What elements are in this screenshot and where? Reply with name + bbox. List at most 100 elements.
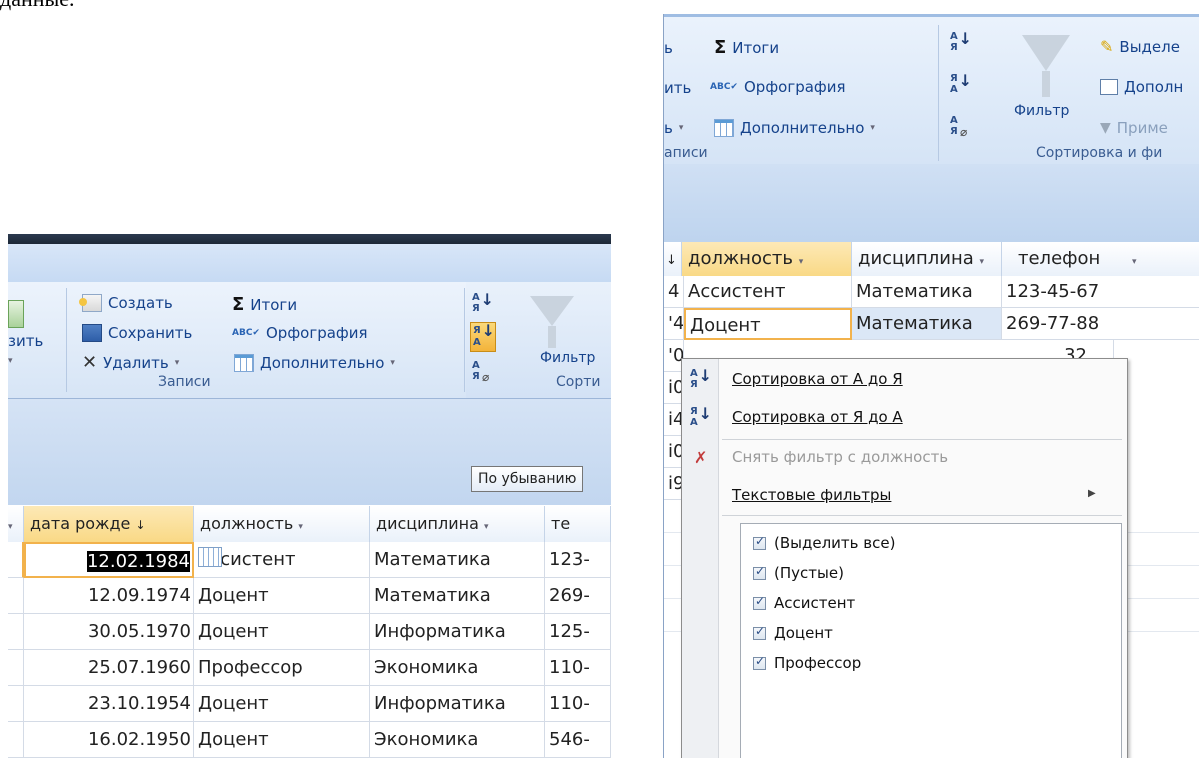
date-cell[interactable]: 23.10.1954 xyxy=(24,686,194,722)
ribbon-partial-label[interactable]: ить xyxy=(664,79,691,97)
date-cell[interactable]: 25.07.1960 xyxy=(24,650,194,686)
checkbox-blanks[interactable]: (Пустые) xyxy=(753,564,844,582)
discipline-cell[interactable]: Экономика xyxy=(370,722,545,758)
column-header-phone[interactable]: телефон ▾ xyxy=(1002,242,1199,276)
menu-item-clear-filter[interactable]: ✗ Снять фильтр с должность xyxy=(682,443,1127,473)
filter-funnel-icon[interactable] xyxy=(530,296,574,348)
spelling-button[interactable]: ABC✔ Орфография xyxy=(232,324,368,342)
birthdate-cell-tail[interactable]: '4 xyxy=(664,308,684,340)
clear-sort-icon[interactable]: A Я ⌀ xyxy=(950,115,972,141)
phone-cell[interactable]: 269-77-88 xyxy=(1002,308,1199,340)
advanced-records-button[interactable]: Дополнительно ▾ xyxy=(714,119,875,137)
table-row[interactable]: '4 Доцент Математика 269-77-88 xyxy=(664,308,1199,340)
menu-item-sort-desc[interactable]: Я A ↓ Сортировка от Я до А xyxy=(682,403,1127,433)
sort-ascending-icon[interactable]: A Я ↓ xyxy=(950,31,972,57)
date-cell[interactable]: 16.02.1950 xyxy=(24,722,194,758)
checkbox-assistant[interactable]: Ассистент xyxy=(753,594,855,612)
refresh-icon[interactable] xyxy=(8,300,24,328)
phone-cell[interactable]: 123- xyxy=(545,542,611,578)
position-cell[interactable]: Ассистент xyxy=(194,542,370,578)
table-row[interactable]: 25.07.1960 Профессор Экономика 110- xyxy=(8,650,611,686)
column-header-position[interactable]: должность ▾ xyxy=(682,242,852,276)
totals-button[interactable]: Σ Итоги xyxy=(232,294,297,315)
sort-descending-icon[interactable]: Я A ↓ xyxy=(470,322,496,352)
date-cell[interactable]: 30.05.1970 xyxy=(24,614,194,650)
discipline-cell[interactable]: Экономика xyxy=(370,650,545,686)
row-selector[interactable] xyxy=(8,614,24,650)
table-row[interactable]: 16.02.1950 Доцент Экономика 546- xyxy=(8,722,611,758)
checkbox[interactable] xyxy=(753,594,766,610)
date-cell[interactable]: 12.02.1984 xyxy=(24,542,194,578)
position-cell[interactable]: Ассистент xyxy=(684,276,852,308)
table-row[interactable]: 12.02.1984 Ассистент Математика 123- xyxy=(8,542,611,578)
discipline-cell[interactable]: Математика xyxy=(852,276,1002,308)
row-selector[interactable] xyxy=(8,578,24,614)
position-cell[interactable]: Доцент xyxy=(194,686,370,722)
filter-button[interactable]: Фильтр xyxy=(540,350,595,366)
column-header-discipline[interactable]: дисциплина ▾ xyxy=(852,242,1002,276)
menu-item-label: Снять фильтр с должность xyxy=(732,448,949,466)
position-cell[interactable]: Доцент xyxy=(194,614,370,650)
column-header-position[interactable]: должность ▾ xyxy=(194,506,370,542)
save-record-button[interactable]: Сохранить xyxy=(82,324,192,342)
selection-button[interactable]: ✎ Выделе xyxy=(1100,37,1180,56)
discipline-cell[interactable]: Информатика xyxy=(370,686,545,722)
ribbon-partial-label[interactable]: ь ▾ xyxy=(664,119,683,137)
discipline-cell[interactable]: Информатика xyxy=(370,614,545,650)
column-header-birthdate[interactable]: дата рожде ↓ xyxy=(24,506,194,542)
menu-item-sort-asc[interactable]: A Я ↓ Сортировка от А до Я xyxy=(682,365,1127,395)
checkbox[interactable] xyxy=(753,654,766,670)
phone-cell[interactable]: 125- xyxy=(545,614,611,650)
row-selector[interactable] xyxy=(8,542,24,578)
position-cell[interactable]: Доцент xyxy=(684,308,852,340)
table-row[interactable]: 30.05.1970 Доцент Информатика 125- xyxy=(8,614,611,650)
create-record-button[interactable]: Создать xyxy=(79,294,173,312)
table-row[interactable]: 23.10.1954 Доцент Информатика 110- xyxy=(8,686,611,722)
row-selector-header[interactable]: ↓ xyxy=(664,242,682,276)
totals-button[interactable]: Σ Итоги xyxy=(714,37,779,58)
filter-button[interactable]: Фильтр xyxy=(1014,103,1069,119)
column-header-discipline[interactable]: дисциплина ▾ xyxy=(370,506,545,542)
position-cell[interactable]: Доцент xyxy=(194,578,370,614)
refresh-all-label[interactable]: зить xyxy=(8,332,43,350)
phone-cell[interactable]: 269- xyxy=(545,578,611,614)
advanced-filter-button[interactable]: Дополн xyxy=(1100,78,1183,96)
filter-funnel-icon[interactable] xyxy=(1022,35,1070,97)
ribbon-partial-label[interactable]: ь xyxy=(664,39,673,57)
checkbox-select-all[interactable]: (Выделить все) xyxy=(753,534,895,552)
row-selector[interactable] xyxy=(8,722,24,758)
chevron-down-icon: ▾ xyxy=(979,257,985,267)
checkbox[interactable] xyxy=(753,564,766,580)
filter-values-list[interactable]: (Выделить все) (Пустые) Ассистент Доцент… xyxy=(740,523,1122,758)
discipline-cell[interactable]: Математика xyxy=(370,578,545,614)
table-row[interactable]: 4 Ассистент Математика 123-45-67 xyxy=(664,276,1199,308)
discipline-cell[interactable]: Математика xyxy=(370,542,545,578)
row-selector[interactable] xyxy=(8,650,24,686)
column-header-phone[interactable]: те xyxy=(545,506,611,542)
spelling-button[interactable]: ABC✔ Орфография xyxy=(710,78,846,96)
checkbox-docent[interactable]: Доцент xyxy=(753,624,833,642)
phone-cell[interactable]: 110- xyxy=(545,686,611,722)
row-selector[interactable] xyxy=(8,686,24,722)
checkbox-professor[interactable]: Профессор xyxy=(753,654,861,672)
apply-filter-button[interactable]: ▼ Приме xyxy=(1100,119,1168,137)
date-cell[interactable]: 12.09.1974 xyxy=(24,578,194,614)
position-cell[interactable]: Профессор xyxy=(194,650,370,686)
sort-ascending-icon[interactable]: A Я ↓ xyxy=(472,292,494,318)
birthdate-cell-tail[interactable]: 4 xyxy=(664,276,684,308)
advanced-records-button[interactable]: Дополнительно ▾ xyxy=(234,354,395,372)
checkbox[interactable] xyxy=(753,534,766,550)
menu-item-text-filters[interactable]: Текстовые фильтры ▶ xyxy=(682,481,1127,511)
sort-descending-icon[interactable]: Я A ↓ xyxy=(950,73,972,99)
table-row[interactable]: 12.09.1974 Доцент Математика 269- xyxy=(8,578,611,614)
clear-sort-icon[interactable]: A Я ⌀ xyxy=(472,360,494,386)
discipline-cell[interactable]: Математика xyxy=(852,308,1002,340)
calendar-icon[interactable] xyxy=(198,547,222,567)
phone-cell[interactable]: 110- xyxy=(545,650,611,686)
position-cell[interactable]: Доцент xyxy=(194,722,370,758)
delete-record-button[interactable]: ✕ Удалить ▾ xyxy=(82,354,179,373)
phone-cell[interactable]: 546- xyxy=(545,722,611,758)
phone-cell[interactable]: 123-45-67 xyxy=(1002,276,1199,308)
row-selector-header[interactable]: ▾ xyxy=(8,506,24,542)
checkbox[interactable] xyxy=(753,624,766,640)
